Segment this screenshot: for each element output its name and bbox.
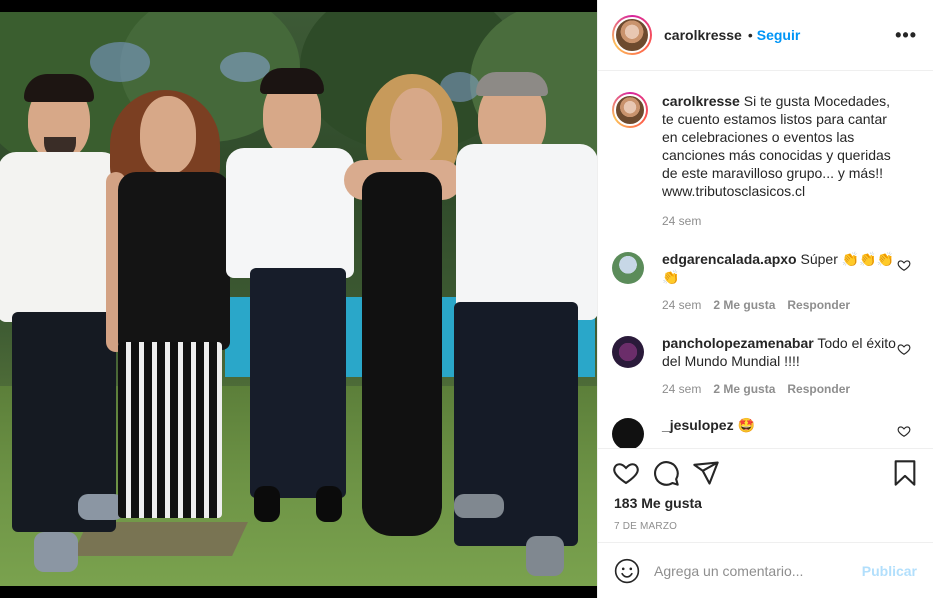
comment-list[interactable]: carolkresse Si te gusta Mocedades, te cu… bbox=[598, 72, 933, 448]
comment-item: _jesulopez 🤩 bbox=[598, 416, 933, 448]
comment-icon[interactable] bbox=[652, 459, 680, 487]
header-username[interactable]: carolkresse bbox=[664, 27, 742, 43]
comment-username[interactable]: carolkresse bbox=[662, 93, 740, 109]
heart-icon[interactable] bbox=[897, 342, 911, 356]
add-comment-bar: Publicar bbox=[598, 542, 933, 598]
bookmark-icon[interactable] bbox=[891, 459, 919, 487]
reply-button[interactable]: Responder bbox=[787, 298, 850, 312]
photo-scene bbox=[0, 12, 597, 586]
heart-icon[interactable] bbox=[897, 258, 911, 272]
comment-likes[interactable]: 2 Me gusta bbox=[713, 382, 775, 396]
comment-item: pancholopezamenabar Todo el éxito del Mu… bbox=[598, 334, 933, 396]
post-photo[interactable] bbox=[0, 0, 597, 598]
post-date[interactable]: 7 DE MARZO bbox=[598, 521, 933, 532]
ellipsis-icon[interactable]: ••• bbox=[895, 25, 917, 46]
reply-button[interactable]: Responder bbox=[787, 382, 850, 396]
comment-time[interactable]: 24 sem bbox=[662, 214, 701, 228]
flowers bbox=[90, 42, 150, 82]
post-sidebar: carolkresse • Seguir ••• carolkresse Si … bbox=[597, 0, 933, 598]
heart-icon[interactable] bbox=[897, 424, 911, 438]
comment-username[interactable]: edgarencalada.apxo bbox=[662, 251, 797, 267]
action-bar bbox=[598, 449, 933, 497]
smiley-icon[interactable] bbox=[614, 558, 640, 584]
comment-item: edgarencalada.apxo Súper 👏👏👏👏 24 sem 2 M… bbox=[598, 250, 933, 312]
likes-count[interactable]: 183 Me gusta bbox=[598, 495, 933, 511]
follow-button[interactable]: Seguir bbox=[757, 27, 801, 43]
comment-time[interactable]: 24 sem bbox=[662, 298, 701, 312]
avatar[interactable] bbox=[612, 418, 644, 448]
comment-username[interactable]: pancholopezamenabar bbox=[662, 335, 814, 351]
publish-button[interactable]: Publicar bbox=[862, 563, 917, 579]
heart-icon[interactable] bbox=[612, 459, 640, 487]
caption: carolkresse Si te gusta Mocedades, te cu… bbox=[598, 92, 933, 228]
comment-text: 🤩 bbox=[737, 417, 755, 433]
comment-input[interactable] bbox=[654, 562, 854, 579]
avatar[interactable] bbox=[612, 92, 648, 128]
comment-username[interactable]: _jesulopez bbox=[662, 417, 734, 433]
comment-likes[interactable]: 2 Me gusta bbox=[713, 298, 775, 312]
avatar[interactable] bbox=[612, 15, 652, 55]
paper-plane-icon[interactable] bbox=[692, 459, 720, 487]
post-header: carolkresse • Seguir ••• bbox=[598, 0, 933, 71]
comment-time[interactable]: 24 sem bbox=[662, 382, 701, 396]
separator-dot: • bbox=[747, 27, 753, 43]
post-actions: 183 Me gusta 7 DE MARZO bbox=[598, 448, 933, 542]
avatar[interactable] bbox=[612, 336, 644, 368]
avatar[interactable] bbox=[612, 252, 644, 284]
